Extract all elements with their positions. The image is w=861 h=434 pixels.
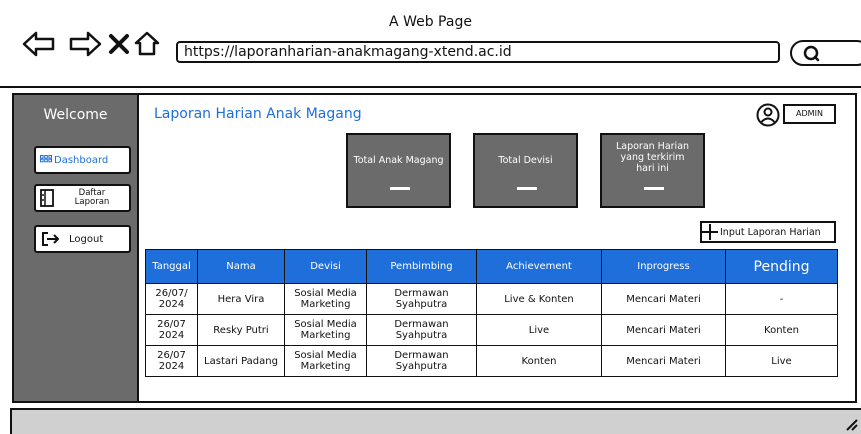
table-cell: -	[725, 283, 838, 315]
table-cell: Dermawan Syahputra	[366, 283, 477, 315]
table-cell: Konten	[476, 345, 602, 377]
column-header[interactable]: Inprogress	[601, 249, 726, 284]
sidebar-item-label: Dashboard	[54, 154, 109, 166]
resize-handle-icon[interactable]	[845, 418, 859, 432]
table-cell: Hera Vira	[197, 283, 285, 315]
table-cell: Dermawan Syahputra	[366, 345, 477, 377]
search-box[interactable]	[790, 40, 861, 66]
forward-icon[interactable]	[68, 29, 102, 59]
table-row[interactable]: 26/07 2024 Resky Putri Sosial Media Mark…	[145, 314, 838, 346]
column-header[interactable]: Tanggal	[145, 249, 198, 284]
table-cell: Konten	[725, 314, 838, 346]
column-header[interactable]: Pembimbing	[366, 249, 477, 284]
browser-title: A Web Page	[389, 14, 472, 30]
table-row[interactable]: 26/07 2024 Lastari Padang Sosial Media M…	[145, 345, 838, 377]
table-cell: Sosial Media Marketing	[284, 345, 367, 377]
table-cell: 26/07 2024	[145, 314, 198, 346]
page-title: Laporan Harian Anak Magang	[154, 106, 362, 122]
column-header[interactable]: Devisi	[284, 249, 367, 284]
url-input[interactable]: https://laporanharian-anakmagang-xtend.a…	[176, 41, 780, 63]
stat-card-total-devisi: Total Devisi	[473, 133, 578, 208]
stat-card-label: Total Anak Magang	[353, 155, 444, 166]
table-row[interactable]: 26/07/ 2024 Hera Vira Sosial Media Marke…	[145, 283, 838, 315]
sidebar-item-daftar-laporan[interactable]: Daftar Laporan	[34, 184, 131, 212]
stat-card-label: Laporan Harian yang terkirim hari ini	[615, 141, 690, 174]
column-header[interactable]: Achievement	[476, 249, 602, 284]
table-cell: Live & Konten	[476, 283, 602, 315]
stat-card-value-bar	[390, 187, 410, 190]
sidebar-item-dashboard[interactable]: Dashboard	[34, 146, 131, 174]
stat-card-label: Total Devisi	[498, 155, 553, 166]
user-icon[interactable]	[756, 103, 780, 127]
toolbar-divider	[0, 86, 861, 88]
logout-icon	[41, 231, 61, 247]
table-cell: Mencari Materi	[601, 283, 726, 315]
input-laporan-button[interactable]: Input Laporan Harian	[700, 221, 836, 243]
book-icon	[39, 188, 55, 208]
stat-card-value-bar	[517, 187, 537, 190]
table-cell: 26/07 2024	[145, 345, 198, 377]
admin-badge[interactable]: ADMIN	[783, 104, 836, 124]
home-icon[interactable]	[134, 29, 160, 59]
grid-icon	[40, 155, 52, 165]
table-cell: 26/07/ 2024	[145, 283, 198, 315]
plus-icon	[702, 224, 718, 240]
sidebar-item-logout[interactable]: Logout	[34, 225, 131, 253]
table-cell: Mencari Materi	[601, 314, 726, 346]
status-bar	[10, 408, 861, 434]
stat-card-value-bar	[644, 187, 664, 190]
stat-card-laporan-terkirim: Laporan Harian yang terkirim hari ini	[600, 133, 705, 208]
sidebar-item-label: Logout	[69, 233, 104, 245]
table-cell: Lastari Padang	[197, 345, 285, 377]
back-icon[interactable]	[22, 29, 56, 59]
table-cell: Sosial Media Marketing	[284, 283, 367, 315]
welcome-text: Welcome	[43, 107, 108, 123]
browser-toolbar: A Web Page https://laporanharian-anakmag…	[0, 0, 861, 90]
stat-card-total-anak-magang: Total Anak Magang	[346, 133, 451, 208]
sidebar-item-label: Daftar Laporan	[55, 189, 129, 207]
sidebar: Welcome Dashboard Daftar Laporan Logout	[14, 95, 139, 401]
search-icon	[803, 45, 820, 62]
column-header[interactable]: Pending	[725, 249, 838, 284]
sidebar-item-label-line2: Laporan	[74, 197, 110, 207]
close-icon[interactable]	[108, 29, 130, 59]
table-cell: Live	[476, 314, 602, 346]
column-header[interactable]: Nama	[197, 249, 285, 284]
table-cell: Resky Putri	[197, 314, 285, 346]
table-header-row: Tanggal Nama Devisi Pembimbing Achieveme…	[145, 249, 838, 284]
report-table: Tanggal Nama Devisi Pembimbing Achieveme…	[145, 249, 838, 377]
table-cell: Live	[725, 345, 838, 377]
table-cell: Sosial Media Marketing	[284, 314, 367, 346]
table-cell: Mencari Materi	[601, 345, 726, 377]
table-cell: Dermawan Syahputra	[366, 314, 477, 346]
input-laporan-label: Input Laporan Harian	[720, 226, 821, 238]
